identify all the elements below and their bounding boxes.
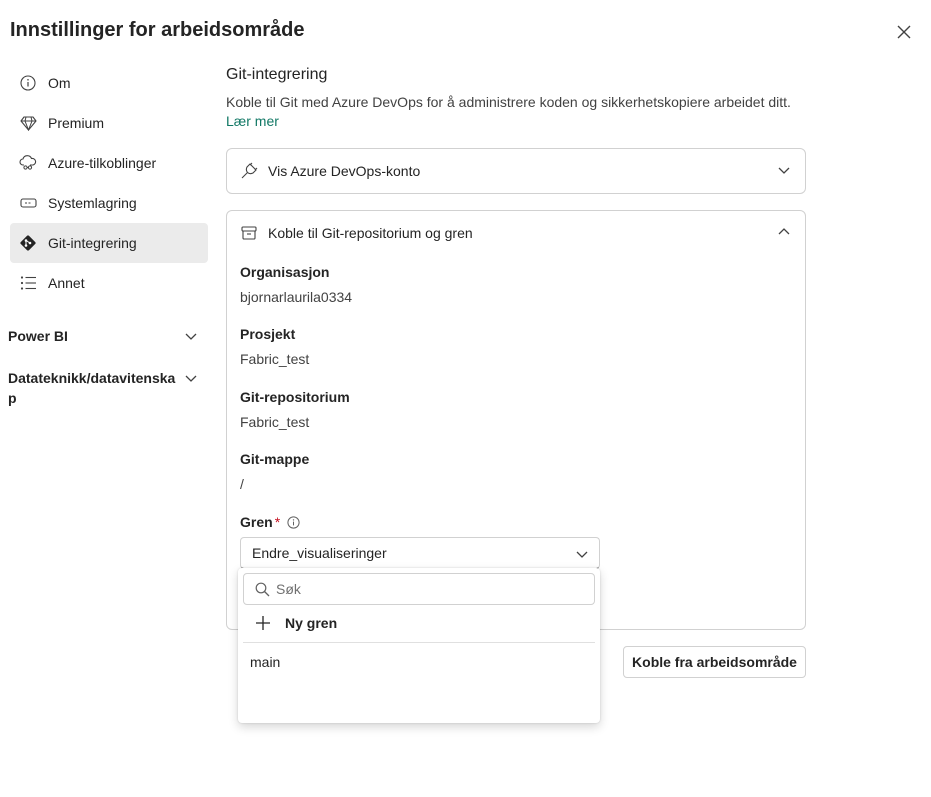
section-title: Git-integrering <box>226 66 328 83</box>
branch-option[interactable]: main <box>250 654 280 670</box>
info-icon <box>19 74 37 92</box>
sidebar-group-data-engineering[interactable]: Datateknikk/datavitenskap <box>8 368 198 408</box>
sidebar-item-om[interactable]: Om <box>10 63 208 103</box>
sidebar-item-label: Git-integrering <box>48 235 137 251</box>
sidebar-item-system-storage[interactable]: Systemlagring <box>10 183 208 223</box>
chevron-down-icon <box>575 547 589 564</box>
sidebar-item-other[interactable]: Annet <box>10 263 208 303</box>
sidebar-item-label: Azure-tilkoblinger <box>48 155 157 171</box>
branch-label: Gren * <box>240 514 300 530</box>
git-repository-label: Git-repositorium <box>240 389 350 405</box>
sidebar-item-label: Systemlagring <box>48 195 137 211</box>
card-label: Vis Azure DevOps-konto <box>268 163 421 179</box>
branch-listbox: Ny gren main <box>238 568 600 723</box>
card-label: Koble til Git-repositorium og gren <box>268 225 473 241</box>
azure-devops-account-card: Vis Azure DevOps-konto <box>226 148 806 194</box>
list-icon <box>19 274 37 292</box>
git-icon <box>19 234 37 252</box>
sidebar-group-label: Datateknikk/datavitenskap <box>8 370 176 406</box>
sidebar-item-git-integration[interactable]: Git-integrering <box>10 223 208 263</box>
git-repository-header[interactable]: Koble til Git-repositorium og gren <box>227 211 805 255</box>
sidebar-item-label: Om <box>48 75 71 91</box>
close-icon <box>897 25 911 39</box>
section-description: Koble til Git med Azure DevOps for å adm… <box>226 93 806 131</box>
settings-sidebar: Om Premium Azure-tilkoblinger Systemlagr… <box>10 63 208 303</box>
azure-devops-account-header[interactable]: Vis Azure DevOps-konto <box>227 149 805 193</box>
sidebar-item-azure-connections[interactable]: Azure-tilkoblinger <box>10 143 208 183</box>
branch-selected-value: Endre_visualiseringer <box>252 545 387 561</box>
storage-icon <box>19 194 37 212</box>
plug-icon <box>240 162 258 180</box>
main-panel: Git-integrering Koble til Git med Azure … <box>226 63 806 630</box>
git-repository-value: Fabric_test <box>240 414 310 430</box>
dialog-title: Innstillinger for arbeidsområde <box>10 19 305 41</box>
divider <box>243 642 595 643</box>
branch-dropdown[interactable]: Endre_visualiseringer <box>240 537 600 569</box>
branch-search-input[interactable] <box>276 581 576 597</box>
disconnect-workspace-button[interactable]: Koble fra arbeidsområde <box>623 646 806 678</box>
diamond-icon <box>19 114 37 132</box>
cloud-link-icon <box>19 154 37 172</box>
organization-label: Organisasjon <box>240 264 330 280</box>
sidebar-item-premium[interactable]: Premium <box>10 103 208 143</box>
archive-icon <box>240 224 258 242</box>
plus-icon <box>256 616 270 630</box>
sidebar-item-label: Annet <box>48 275 85 291</box>
organization-value: bjornarlaurila0334 <box>240 289 353 305</box>
chevron-down-icon <box>184 328 198 348</box>
project-value: Fabric_test <box>240 351 310 367</box>
sidebar-group-power-bi[interactable]: Power BI <box>8 326 198 346</box>
git-folder-value: / <box>240 476 244 492</box>
chevron-down-icon <box>777 163 791 180</box>
required-mark: * <box>274 514 281 530</box>
new-branch-label: Ny gren <box>285 615 338 631</box>
close-button[interactable] <box>893 21 915 43</box>
learn-more-link[interactable]: Lær mer <box>226 113 279 129</box>
new-branch-button[interactable]: Ny gren <box>256 613 337 633</box>
project-label: Prosjekt <box>240 326 296 342</box>
info-icon[interactable] <box>287 515 300 529</box>
git-folder-label: Git-mappe <box>240 451 310 467</box>
description-text: Koble til Git med Azure DevOps for å adm… <box>226 94 791 110</box>
branch-label-text: Gren <box>240 514 273 530</box>
search-icon <box>255 582 270 597</box>
sidebar-group-label: Power BI <box>8 328 68 344</box>
git-repository-card: Koble til Git-repositorium og gren Organ… <box>226 210 806 630</box>
branch-search-box[interactable] <box>243 573 595 605</box>
chevron-down-icon <box>184 370 198 390</box>
chevron-up-icon <box>777 225 791 242</box>
sidebar-item-label: Premium <box>48 115 105 131</box>
